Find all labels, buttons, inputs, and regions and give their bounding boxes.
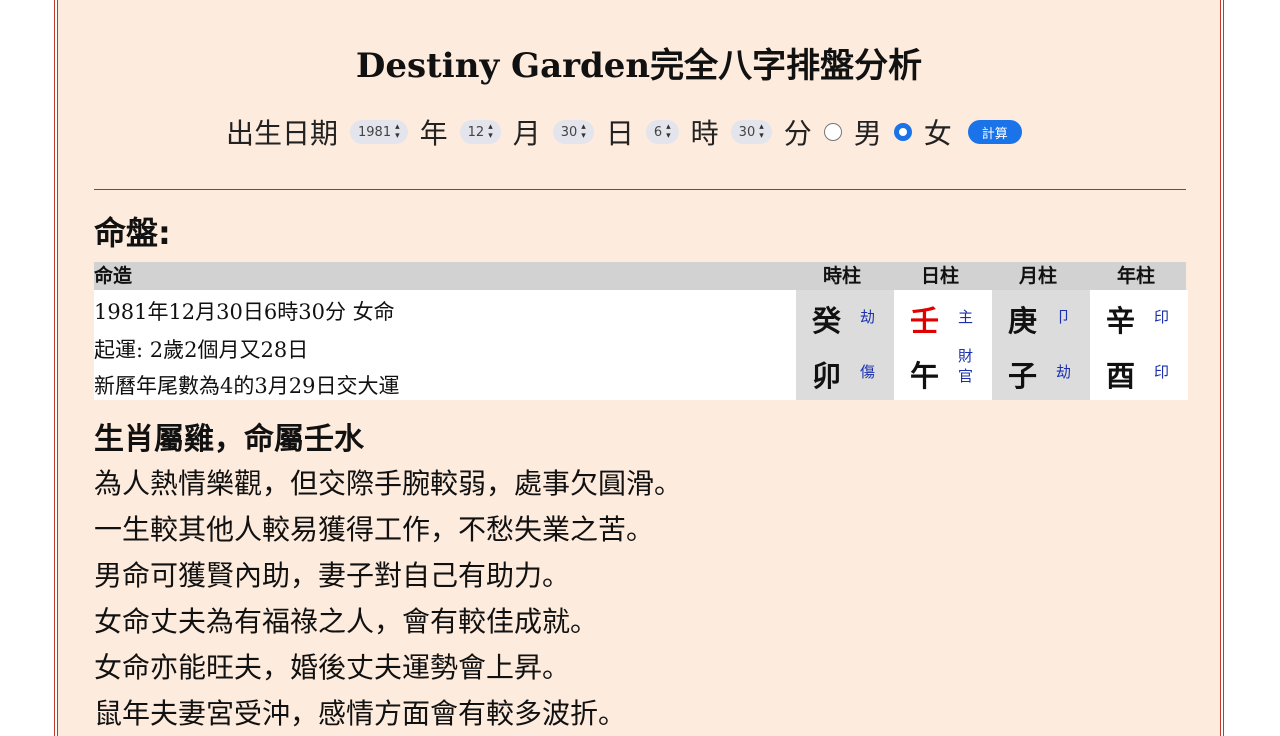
updown-icon: ▴ ▾ [395, 122, 400, 141]
column-year-pillar: 年柱 [1117, 265, 1156, 287]
year-pillar: 辛 印 酉 印 [1090, 290, 1188, 400]
male-radio[interactable] [823, 123, 842, 141]
pillar-stem-cell: 庚 卩 [992, 290, 1090, 345]
zodiac-heading: 生肖屬雞，命屬壬水 [94, 422, 364, 457]
birth-date-form: 出生日期 1981 ▴ ▾ 年 12 ▴ ▾ 月 30 ▴ ▾ 日 6 ▴ ▾ 時 30 ▴ ▾ 分… [220, 112, 1022, 152]
ten-god-label: 傷 [860, 363, 876, 381]
pillar-stem-cell: 癸 劫 [796, 290, 894, 345]
month-pillar: 庚 卩 子 劫 [992, 290, 1090, 400]
info-line: 新曆年尾數為4的3月29日交大運 [94, 374, 400, 398]
hour-label: 時 [690, 117, 719, 150]
year-select[interactable]: 1981 ▴ ▾ [350, 120, 408, 144]
pillar-branch-cell: 卯 傷 [796, 345, 894, 400]
pillar-branch: 酉 [1106, 359, 1136, 393]
ten-god-label: 卩 [1056, 308, 1072, 326]
pillar-stem-cell: 壬 主 [894, 290, 992, 345]
description-line: 一生較其他人較易獲得工作，不愁失業之苦。 [94, 513, 655, 546]
minute-select[interactable]: 30 ▴ ▾ [730, 120, 772, 144]
info-line: 起運: 2歲2個月又28日 [94, 338, 309, 362]
calculate-button[interactable]: 計算 [967, 120, 1022, 144]
column-hour-pillar: 時柱 [823, 265, 862, 287]
column-day-pillar: 日柱 [921, 265, 960, 287]
ten-god-label: 官 [958, 367, 974, 385]
pillar-branch: 午 [910, 359, 940, 393]
pillar-branch-cell: 子 劫 [992, 345, 1090, 400]
pillar-branch: 子 [1008, 359, 1038, 393]
table-header: 命造 時柱 日柱 月柱 年柱 [94, 262, 1186, 290]
updown-icon: ▴ ▾ [759, 122, 764, 141]
day-master-stem: 壬 [910, 304, 940, 338]
divider [94, 189, 1186, 190]
updown-icon: ▴ ▾ [581, 122, 586, 141]
pillar-stem-cell: 辛 印 [1090, 290, 1188, 345]
pillar-stem: 庚 [1008, 304, 1038, 338]
female-radio[interactable] [893, 123, 912, 141]
description-line: 為人熱情樂觀，但交際手腕較弱，處事欠圓滑。 [94, 467, 683, 500]
updown-icon: ▴ ▾ [488, 122, 493, 141]
description-line: 鼠年夫妻宮受沖，感情方面會有較多波折。 [94, 697, 627, 730]
year-label: 年 [419, 117, 448, 150]
pillar-stem: 辛 [1106, 304, 1136, 338]
ten-god-label: 劫 [860, 308, 876, 326]
ten-god-label: 印 [1154, 363, 1170, 381]
description-line: 女命亦能旺夫，婚後丈夫運勢會上昇。 [94, 651, 571, 684]
ten-god-label: 主 [958, 308, 974, 326]
chart-heading: 命盤: [94, 214, 171, 252]
header-label: 命造 [94, 265, 133, 287]
description-line: 男命可獲賢內助，妻子對自己有助力。 [94, 559, 571, 592]
day-select[interactable]: 30 ▴ ▾ [552, 120, 594, 144]
pillar-branch: 卯 [812, 359, 842, 393]
month-select[interactable]: 12 ▴ ▾ [459, 120, 501, 144]
female-label: 女 [923, 117, 952, 150]
page-title: Destiny Garden完全八字排盤分析 [355, 46, 923, 86]
description-line: 女命丈夫為有福祿之人，會有較佳成就。 [94, 605, 599, 638]
right-border [1220, 0, 1224, 736]
minute-label: 分 [783, 117, 812, 150]
day-label: 日 [605, 117, 634, 150]
day-pillar: 壬 主 午 財 官 [894, 290, 992, 400]
column-month-pillar: 月柱 [1019, 265, 1058, 287]
hour-pillar: 癸 劫 卯 傷 [796, 290, 894, 400]
birth-info: 1981年12月30日6時30分 女命 起運: 2歲2個月又28日 新曆年尾數為… [94, 290, 796, 400]
ten-god-label: 財 [958, 347, 974, 365]
pillar-branch-cell: 午 財 官 [894, 345, 992, 400]
month-label: 月 [512, 117, 541, 150]
updown-icon: ▴ ▾ [666, 122, 671, 141]
male-label: 男 [853, 117, 882, 150]
pillar-stem: 癸 [812, 304, 842, 338]
main-panel: Destiny Garden完全八字排盤分析 出生日期 1981 ▴ ▾ 年 12 ▴… [58, 0, 1220, 736]
hour-select[interactable]: 6 ▴ ▾ [645, 120, 679, 144]
birth-date-label: 出生日期 [226, 117, 339, 150]
pillar-branch-cell: 酉 印 [1090, 345, 1188, 400]
ten-god-label: 劫 [1056, 363, 1072, 381]
ten-god-label: 印 [1154, 308, 1170, 326]
info-line: 1981年12月30日6時30分 女命 [94, 300, 395, 324]
